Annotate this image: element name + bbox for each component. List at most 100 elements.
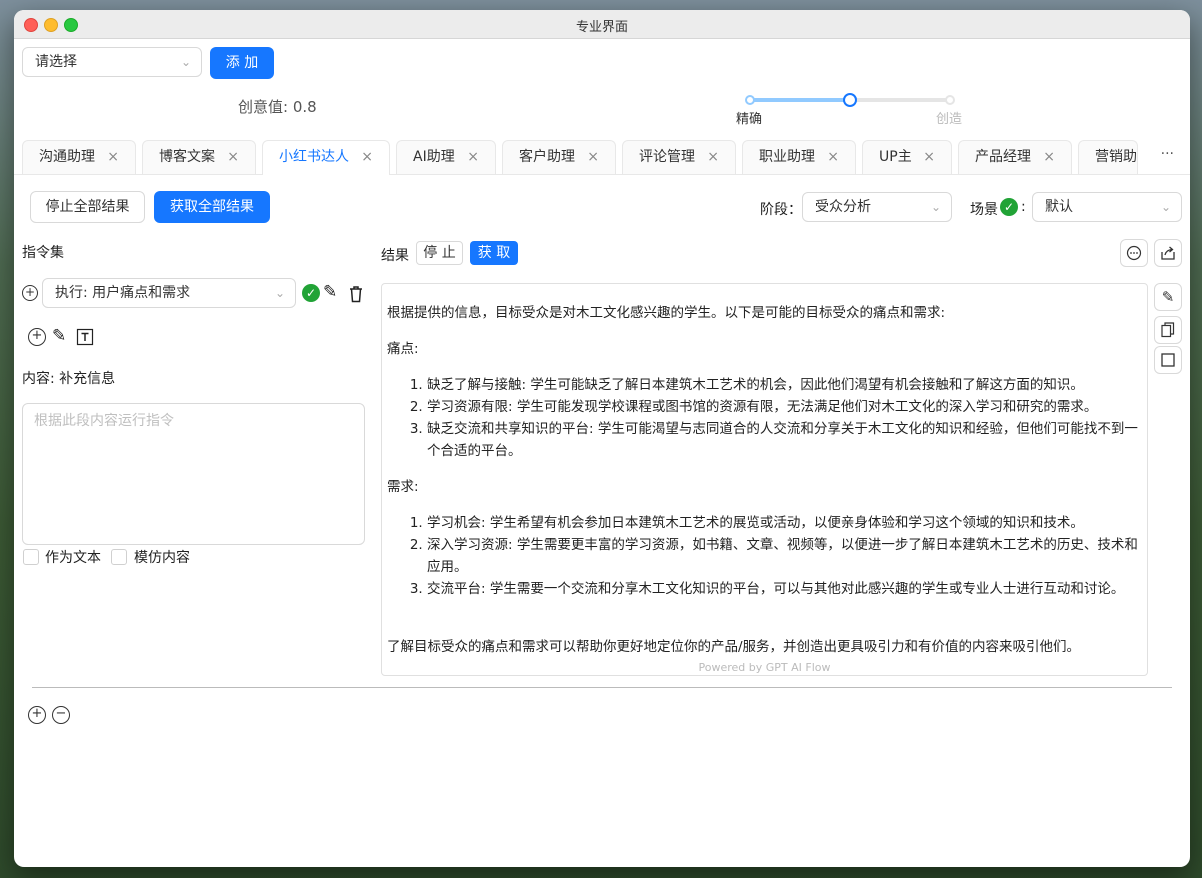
check-circle-icon: ✓ [302,284,320,302]
result-intro: 根据提供的信息，目标受众是对木工文化感兴趣的学生。以下是可能的目标受众的痛点和需… [387,305,946,321]
get-all-button[interactable]: 获取全部结果 [154,191,270,223]
close-icon[interactable]: × [467,141,479,173]
chevron-down-icon: ⌄ [1160,200,1171,214]
tab-label: 评论管理 [639,149,695,165]
preset-select-value: 请选择 [35,54,77,70]
content-label: 内容: 补充信息 [22,371,116,387]
scene-colon: : [1021,199,1026,215]
imitate-label: 模仿内容 [134,550,190,566]
square-icon[interactable] [1154,346,1182,374]
tab-item[interactable]: 客户助理 × [502,140,616,174]
result-content: 根据提供的信息，目标受众是对木工文化感兴趣的学生。以下是可能的目标受众的痛点和需… [381,283,1148,676]
execute-select-value: 执行: 用户痛点和需求 [55,285,191,301]
slider-label-precise: 精确 [736,112,763,127]
chat-icon[interactable] [1120,239,1148,267]
result-conclusion: 了解目标受众的痛点和需求可以帮助你更好地定位你的产品/服务，并创造出更具吸引力和… [387,639,1081,655]
preset-select[interactable]: 请选择 ⌄ [22,47,202,77]
close-icon[interactable]: × [227,141,239,173]
remove-circle-icon[interactable]: − [52,706,70,724]
powered-by: Powered by GPT AI Flow [698,661,831,674]
slider-label-creative: 创造 [936,112,963,127]
get-button[interactable]: 获 取 [470,241,518,265]
scene-label: 场景 [970,202,998,218]
add-circle-icon[interactable]: + [28,706,46,724]
stop-all-button[interactable]: 停止全部结果 [30,191,145,223]
close-icon[interactable]: × [107,141,119,173]
as-text-label: 作为文本 [45,550,101,566]
section-divider [32,687,1172,688]
needs-heading: 需求: [387,479,419,495]
tab-item[interactable]: UP主 × [862,140,952,174]
tab-item-active[interactable]: 小红书达人 × [262,140,390,175]
tab-bar: 沟通助理 × 博客文案 × 小红书达人 × AI助理 × 客户助理 × 评论管理 × 职业助… [14,138,1190,175]
close-icon[interactable]: × [707,141,719,173]
add-circle-icon[interactable]: + [22,285,38,301]
close-icon[interactable]: × [827,141,839,173]
instruction-set-label: 指令集 [22,245,64,261]
close-icon[interactable]: × [587,141,599,173]
creativity-value: 创意值: 0.8 [238,98,317,116]
tab-item[interactable]: 职业助理 × [742,140,856,174]
slider-handle[interactable] [843,93,857,107]
slider-dot-start [745,95,755,105]
textarea-placeholder: 根据此段内容运行指令 [34,413,174,429]
execute-select[interactable]: 执行: 用户痛点和需求 ⌄ [42,278,296,308]
list-item: 深入学习资源: 学生需要更丰富的学习资源，如书籍、文章、视频等，以便进一步了解日… [427,534,1139,578]
list-item: 学习资源有限: 学生可能发现学校课程或图书馆的资源有限，无法满足他们对木工文化的… [427,396,1139,418]
tab-item[interactable]: AI助理 × [396,140,496,174]
tab-label: 沟通助理 [39,149,95,165]
close-icon[interactable]: × [361,141,373,173]
tab-label: 产品经理 [975,149,1031,165]
chevron-down-icon: ⌄ [180,55,191,69]
window-title: 专业界面 [575,20,628,35]
needs-list: 学习机会: 学生希望有机会参加日本建筑木工艺术的展览或活动，以便亲身体验和学习这… [387,512,1139,600]
imitate-checkbox[interactable] [111,549,127,565]
pain-list: 缺乏了解与接触: 学生可能缺乏了解日本建筑木工艺术的机会，因此他们渴望有机会接触… [387,374,1139,462]
result-label: 结果 [381,248,409,264]
stage-select[interactable]: 受众分析 ⌄ [802,192,952,222]
stop-button[interactable]: 停 止 [416,241,463,265]
tab-label: 职业助理 [759,149,815,165]
tab-item[interactable]: 沟通助理 × [22,140,136,174]
tab-item[interactable]: 产品经理 × [958,140,1072,174]
tab-label: 客户助理 [519,149,575,165]
scene-select-value: 默认 [1045,199,1073,215]
edit-icon[interactable]: ✎ [1154,283,1182,311]
add-button[interactable]: 添 加 [210,47,274,79]
slider-track [748,98,850,102]
stage-label: 阶段： [760,202,802,218]
close-icon[interactable]: × [1043,141,1055,173]
title-bar: 专业界面 [14,10,1190,39]
list-item: 学习机会: 学生希望有机会参加日本建筑木工艺术的展览或活动，以便亲身体验和学习这… [427,512,1139,534]
tab-label: 营销助 [1095,149,1137,165]
list-item: 缺乏了解与接触: 学生可能缺乏了解日本建筑木工艺术的机会，因此他们渴望有机会接触… [427,374,1139,396]
tab-item[interactable]: 营销助 [1078,140,1138,174]
tab-label: AI助理 [413,149,455,165]
more-tabs-button[interactable]: ··· [1161,146,1174,162]
list-item: 交流平台: 学生需要一个交流和分享木工文化知识的平台，可以与其他对此感兴趣的学生… [427,578,1139,600]
chevron-down-icon: ⌄ [274,286,285,300]
delete-icon[interactable] [348,285,364,303]
edit-icon[interactable]: ✎ [323,282,337,302]
list-item: 缺乏交流和共享知识的平台: 学生可能渴望与志同道合的人交流和分享关于木工文化的知… [427,418,1139,462]
as-text-checkbox[interactable] [23,549,39,565]
add-circle-icon[interactable]: + [28,328,46,346]
pain-heading: 痛点: [387,341,419,357]
tab-label: 小红书达人 [279,149,349,165]
scene-select[interactable]: 默认 ⌄ [1032,192,1182,222]
slider-dot-end [945,95,955,105]
edit-icon[interactable]: ✎ [52,326,66,346]
copy-icon[interactable] [1154,316,1182,344]
tab-item[interactable]: 评论管理 × [622,140,736,174]
stage-select-value: 受众分析 [815,199,871,215]
app-window: 专业界面 请选择 ⌄ 添 加 创意值: 0.8 精确 创造 沟通助理 × 博客文案… [14,10,1190,867]
close-icon[interactable]: × [923,141,935,173]
text-box-icon[interactable] [76,328,94,346]
export-icon[interactable] [1154,239,1182,267]
chevron-down-icon: ⌄ [930,200,941,214]
check-circle-icon: ✓ [1000,198,1018,216]
tab-label: UP主 [879,149,912,165]
tab-item[interactable]: 博客文案 × [142,140,256,174]
content-textarea[interactable]: 根据此段内容运行指令 [22,403,365,545]
tab-label: 博客文案 [159,149,215,165]
